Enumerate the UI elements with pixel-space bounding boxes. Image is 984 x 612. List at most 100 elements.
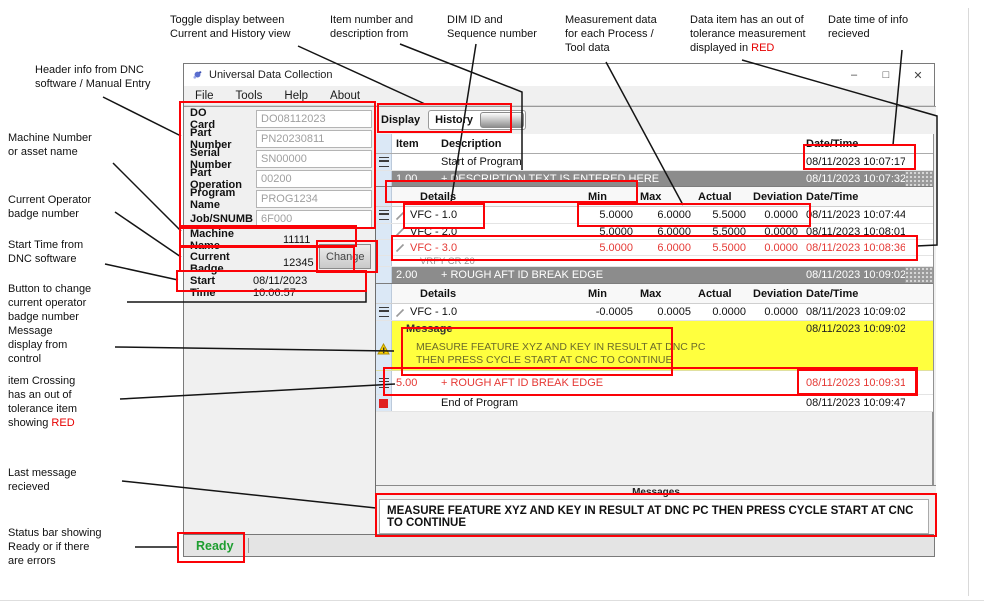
callout-status-bar: Status bar showing Ready or if there are… xyxy=(8,526,138,568)
serial-number-input[interactable]: SN00000 xyxy=(256,150,372,168)
dim-id: VFC - 1.0 xyxy=(410,209,457,221)
actual-value: 0.0000 xyxy=(696,304,751,320)
data-panel: Display History Item Description Date/Ti… xyxy=(376,106,936,536)
col-end xyxy=(905,134,933,153)
min-value: 5.0000 xyxy=(581,240,638,255)
status-text: Ready xyxy=(196,539,234,553)
row-description: + ROUGH AFT ID BREAK EDGE xyxy=(438,267,803,283)
row-description: End of Program xyxy=(438,395,803,411)
drag-handle-icon[interactable] xyxy=(379,307,389,317)
resize-dots-icon xyxy=(905,171,933,186)
deviation-value: 0.0000 xyxy=(751,224,803,239)
col-item: Item xyxy=(392,134,438,153)
col-details: Details xyxy=(392,187,581,206)
do-card-input[interactable]: DO08112023 xyxy=(256,110,372,128)
part-number-input[interactable]: PN20230811 xyxy=(256,130,372,148)
max-value: 6.0000 xyxy=(638,224,696,239)
messages-panel: Messages MEASURE FEATURE XYZ AND KEY IN … xyxy=(376,485,936,537)
callout-change-button: Button to change current operator badge … xyxy=(8,282,128,324)
gutter-cell xyxy=(376,171,392,186)
table-row-group-2[interactable]: 2.00 + ROUGH AFT ID BREAK EDGE 08/11/202… xyxy=(376,267,933,284)
app-window: Universal Data Collection – □ ✕ File Too… xyxy=(183,63,935,557)
row-datetime: 08/11/2023 10:07:32 xyxy=(803,171,905,186)
last-message-box[interactable]: MEASURE FEATURE XYZ AND KEY IN RESULT AT… xyxy=(379,499,929,534)
row-datetime: 08/11/2023 10:08:36 xyxy=(803,240,905,255)
table-row-crossing-5-out-of-tolerance[interactable]: 5.00 + ROUGH AFT ID BREAK EDGE 08/11/202… xyxy=(376,371,933,395)
close-icon[interactable]: ✕ xyxy=(902,64,934,86)
col-actual: Actual xyxy=(696,284,751,303)
drag-handle-icon[interactable] xyxy=(379,210,389,220)
col-datetime: Date/Time xyxy=(803,187,905,206)
deviation-value: 0.0000 xyxy=(751,240,803,255)
gutter-cell xyxy=(376,134,392,153)
min-value: 5.0000 xyxy=(581,224,638,239)
actual-value: 5.5000 xyxy=(696,207,751,223)
row-item-number: 5.00 xyxy=(392,371,438,394)
callout-toggle-display: Toggle display between Current and Histo… xyxy=(170,13,315,41)
message-label: Message xyxy=(392,321,803,337)
menu-tools[interactable]: Tools xyxy=(225,90,274,102)
dim-id: VFC - 2.0 xyxy=(410,226,457,238)
status-bar: Ready xyxy=(184,534,934,556)
current-badge-label: Current Badge xyxy=(190,251,230,275)
page-edge-horizontal xyxy=(0,600,984,601)
edit-icon xyxy=(395,307,406,318)
callout-out-of-tolerance: Data item has an out of tolerance measur… xyxy=(690,13,845,55)
actual-value: 5.5000 xyxy=(696,240,751,255)
table-row-start-of-program[interactable]: Start of Program 08/11/2023 10:07:17 xyxy=(376,154,933,171)
table-row-message[interactable]: Message 08/11/2023 10:09:02 xyxy=(376,321,933,337)
gutter-cell xyxy=(376,256,392,266)
program-name-input[interactable]: PROG1234 xyxy=(256,190,372,208)
display-mode-value: History xyxy=(435,114,473,126)
max-value: 0.0005 xyxy=(638,304,696,320)
col-description: Description xyxy=(438,134,803,153)
field-label: Program Name xyxy=(190,187,235,211)
callout-last-message: Last message recieved xyxy=(8,466,118,494)
stop-icon xyxy=(379,399,388,408)
toggle-knob-icon[interactable] xyxy=(480,112,524,128)
data-grid: Item Description Date/Time Start of Prog… xyxy=(376,134,934,486)
field-label: Job/SNUMB xyxy=(190,213,253,225)
gutter-cell xyxy=(376,371,392,394)
table-row-group-1[interactable]: 1.00 + DESCRIPTION TEXT IS ENTERED HERE … xyxy=(376,171,933,187)
deviation-value: 0.0000 xyxy=(751,207,803,223)
col-max: Max xyxy=(638,187,696,206)
callout-header-info: Header info from DNC software / Manual E… xyxy=(35,63,185,91)
control-message-line1: MEASURE FEATURE XYZ AND KEY IN RESULT AT… xyxy=(416,341,705,354)
drag-handle-icon[interactable] xyxy=(379,157,389,167)
job-snumb-input[interactable]: 6F000 xyxy=(256,210,372,228)
col-deviation: Deviation xyxy=(751,187,803,206)
display-label: Display xyxy=(381,114,420,126)
table-row-end-of-program[interactable]: End of Program 08/11/2023 10:09:47 xyxy=(376,395,933,412)
table-row-vfc-3-out-of-tolerance[interactable]: VFC - 3.0 5.0000 6.0000 5.5000 0.0000 08… xyxy=(376,240,933,256)
actual-value: 5.5000 xyxy=(696,224,751,239)
table-row-vfc-2[interactable]: VFC - 2.0 5.0000 6.0000 5.5000 0.0000 08… xyxy=(376,224,933,240)
header-info-panel: DO Card DO08112023 Part Number PN2023081… xyxy=(184,106,376,536)
change-badge-button[interactable]: Change xyxy=(319,244,371,269)
callout-operator-badge: Current Operator badge number xyxy=(8,193,128,221)
drag-handle-icon[interactable] xyxy=(379,378,389,388)
menu-file[interactable]: File xyxy=(184,90,225,102)
table-row-vrfy-note: VRFY CR 20 xyxy=(376,256,933,267)
dim-id: VFC - 3.0 xyxy=(410,242,457,254)
table-row-vfc-1-group2[interactable]: VFC - 1.0 -0.0005 0.0005 0.0000 0.0000 0… xyxy=(376,304,933,321)
row-datetime: 08/11/2023 10:07:44 xyxy=(803,207,905,223)
display-history-toggle[interactable]: History xyxy=(428,110,526,130)
row-description: Start of Program xyxy=(438,154,803,170)
callout-item-crossing: item Crossing has an out of tolerance it… xyxy=(8,374,113,430)
gutter-cell xyxy=(376,321,392,337)
resize-dots-icon xyxy=(905,267,933,283)
row-datetime: 08/11/2023 10:09:31 xyxy=(803,371,905,394)
minimize-icon[interactable]: – xyxy=(838,64,870,86)
part-operation-input[interactable]: 00200 xyxy=(256,170,372,188)
table-row-vfc-1[interactable]: VFC - 1.0 5.0000 6.0000 5.5000 0.0000 08… xyxy=(376,207,933,224)
menu-help[interactable]: Help xyxy=(273,90,319,102)
callout-text: Data item has an out of tolerance measur… xyxy=(690,14,806,54)
col-deviation: Deviation xyxy=(751,284,803,303)
start-time-label: Start Time xyxy=(190,275,215,299)
maximize-icon[interactable]: □ xyxy=(870,64,902,86)
col-min: Min xyxy=(581,187,638,206)
row-datetime: 08/11/2023 10:09:02 xyxy=(803,321,905,337)
start-time-value: 08/11/2023 10:06:57 xyxy=(253,275,307,299)
menu-about[interactable]: About xyxy=(319,90,371,102)
